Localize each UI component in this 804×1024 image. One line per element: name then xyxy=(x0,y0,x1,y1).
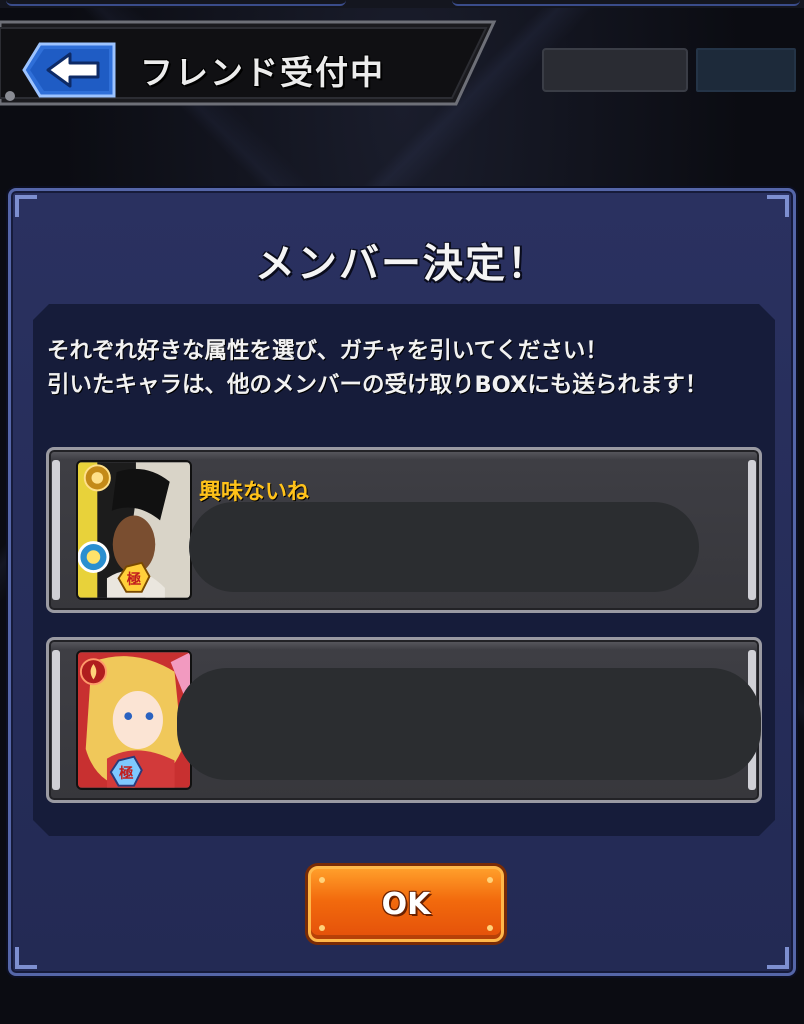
button-rivet xyxy=(319,925,325,931)
ok-button-label: OK xyxy=(381,886,431,922)
member-avatar: 極 xyxy=(76,460,192,600)
frame-corner xyxy=(767,947,789,969)
ok-button[interactable]: OK xyxy=(308,866,504,942)
card-notch xyxy=(748,460,756,600)
button-rivet xyxy=(319,877,325,883)
button-rivet xyxy=(487,925,493,931)
svg-text:極: 極 xyxy=(126,570,142,588)
gold-attribute-icon xyxy=(85,465,110,490)
hud-box-left xyxy=(542,48,688,92)
redacted-area xyxy=(189,502,699,592)
top-strip-right xyxy=(452,0,800,6)
description-line-2: 引いたキャラは、他のメンバーの受け取りBOXにも送られます！ xyxy=(47,372,708,398)
hud-box-right xyxy=(696,48,796,92)
page-title: フレンド受付中 xyxy=(140,53,385,92)
frame-corner xyxy=(15,195,37,217)
frame-corner xyxy=(15,947,37,969)
top-strip-left xyxy=(6,0,346,6)
member-card[interactable]: 極 興味ないね xyxy=(46,447,762,613)
redacted-area xyxy=(177,668,761,780)
member-avatar: 極 xyxy=(76,650,192,790)
frame-corner xyxy=(767,195,789,217)
dialog-title: メンバー決定！ xyxy=(255,241,549,287)
member-decided-dialog: メンバー決定！ それぞれ好きな属性を選び、ガチャを引いてください！ 引いたキャラ… xyxy=(8,188,796,976)
fire-attribute-icon xyxy=(81,659,106,684)
svg-text:極: 極 xyxy=(118,764,134,782)
card-notch xyxy=(52,460,60,600)
button-rivet xyxy=(487,877,493,883)
light-element-icon xyxy=(79,543,108,572)
top-strip xyxy=(0,0,804,8)
dialog-description: それぞれ好きな属性を選び、ガチャを引いてください！ 引いたキャラは、他のメンバー… xyxy=(47,334,767,402)
dialog-content-panel: それぞれ好きな属性を選び、ガチャを引いてください！ 引いたキャラは、他のメンバー… xyxy=(33,304,775,836)
member-card[interactable]: 極 xyxy=(46,637,762,803)
description-line-1: それぞれ好きな属性を選び、ガチャを引いてください！ xyxy=(47,338,608,364)
header-bar: フレンド受付中 xyxy=(0,18,500,108)
card-notch xyxy=(52,650,60,790)
back-button[interactable] xyxy=(14,40,118,100)
